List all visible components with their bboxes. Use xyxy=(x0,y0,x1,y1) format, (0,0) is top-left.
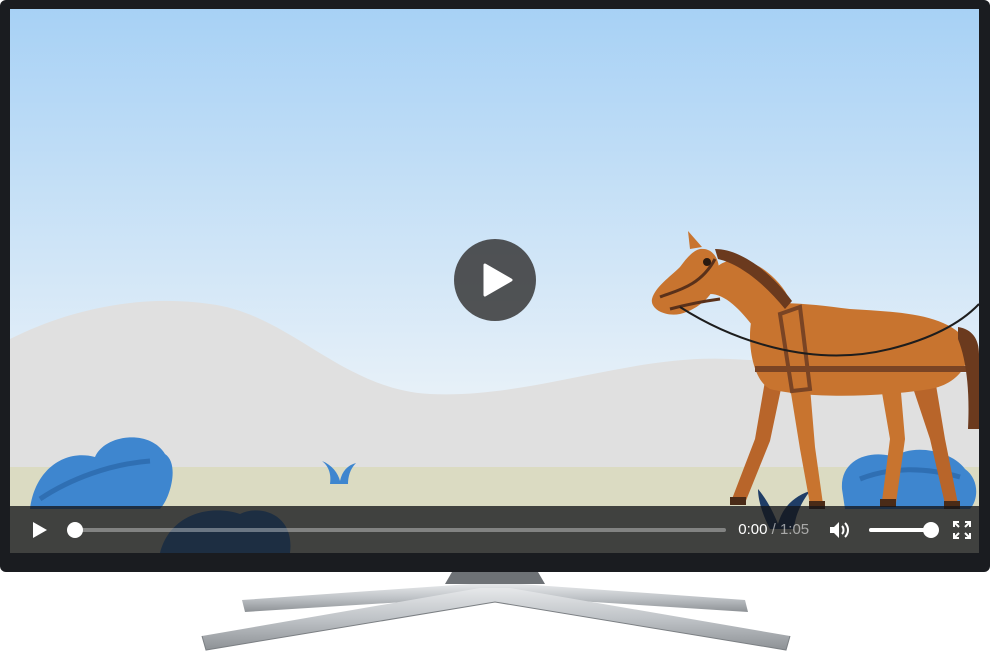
volume-icon xyxy=(830,521,850,538)
seek-handle[interactable] xyxy=(66,521,83,538)
play-button[interactable] xyxy=(23,513,57,547)
duration: 1:05 xyxy=(779,521,810,538)
volume-handle[interactable] xyxy=(923,521,940,538)
video-control-bar: 0:00 / 1:05 xyxy=(10,506,979,553)
video-screen[interactable]: 0:00 / 1:05 xyxy=(10,9,979,553)
fullscreen-icon xyxy=(953,520,972,539)
play-icon xyxy=(483,263,513,297)
volume-button[interactable] xyxy=(823,513,857,547)
tv-stand xyxy=(201,572,791,651)
tv-mockup: 0:00 / 1:05 xyxy=(0,0,990,656)
tv-bezel: 0:00 / 1:05 xyxy=(0,0,990,572)
volume-slider[interactable] xyxy=(869,521,940,538)
time-display: 0:00 / 1:05 xyxy=(738,521,816,538)
time-separator: / xyxy=(771,521,776,538)
fullscreen-button[interactable] xyxy=(945,513,979,547)
volume-level xyxy=(869,527,932,532)
big-play-button[interactable] xyxy=(454,239,536,321)
seek-bar[interactable] xyxy=(66,521,727,538)
play-icon xyxy=(32,521,47,538)
current-time: 0:00 xyxy=(738,521,768,538)
